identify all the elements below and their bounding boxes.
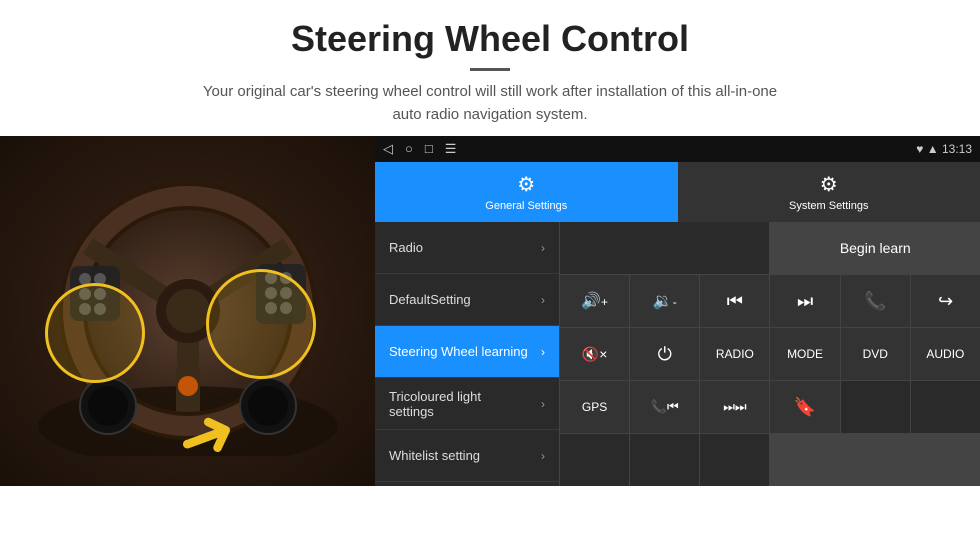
menu-item-whitelist[interactable]: Whitelist setting › bbox=[375, 430, 559, 482]
audio-label: AUDIO bbox=[926, 347, 964, 361]
chevron-icon: › bbox=[541, 449, 545, 463]
nav-icons: ◁ ○ □ ☰ bbox=[383, 141, 456, 157]
vol-down-icon: 🔉- bbox=[653, 291, 677, 311]
vol-up-icon: 🔊+ bbox=[581, 291, 608, 311]
empty-ctrl-1 bbox=[841, 381, 910, 433]
page-title: Steering Wheel Control bbox=[60, 18, 920, 60]
home-icon[interactable]: ○ bbox=[405, 141, 413, 157]
chevron-icon: › bbox=[541, 397, 545, 411]
bookmark-button[interactable]: 🔖 bbox=[770, 381, 839, 433]
main-content: Radio › DefaultSetting › Steering Wheel … bbox=[375, 222, 980, 486]
menu-steering-label: Steering Wheel learning bbox=[389, 344, 528, 359]
header-section: Steering Wheel Control Your original car… bbox=[0, 0, 980, 136]
recent-icon[interactable]: □ bbox=[425, 141, 433, 157]
radio-label: RADIO bbox=[716, 347, 754, 361]
menu-item-default[interactable]: DefaultSetting › bbox=[375, 274, 559, 326]
right-panel: Begin learn 🔊+ 🔉- ⏮ ⏭ 📞 bbox=[560, 222, 980, 486]
menu-radio-label: Radio bbox=[389, 240, 423, 255]
clock: 13:13 bbox=[942, 142, 972, 156]
phone-icon: 📞 bbox=[864, 291, 886, 312]
prev-icon: ⏮ bbox=[727, 291, 743, 312]
radio-button[interactable]: RADIO bbox=[700, 328, 769, 380]
chevron-icon: › bbox=[541, 345, 545, 359]
hangup-icon: ↩ bbox=[938, 291, 953, 312]
menu-item-steering[interactable]: Steering Wheel learning › bbox=[375, 326, 559, 378]
highlight-right bbox=[206, 269, 316, 379]
title-divider bbox=[470, 68, 510, 71]
begin-learn-button[interactable]: Begin learn bbox=[770, 222, 980, 274]
mode-button[interactable]: MODE bbox=[770, 328, 839, 380]
signal-icon: ♥ ▲ bbox=[916, 142, 938, 156]
menu-tricoloured-label: Tricoloured lightsettings bbox=[389, 389, 481, 419]
general-settings-icon: ⚙ bbox=[517, 172, 535, 197]
empty-ctrl-2 bbox=[911, 381, 980, 433]
mute-button[interactable]: 🔇× bbox=[560, 328, 629, 380]
hangup-button[interactable]: ↩ bbox=[911, 275, 980, 327]
phone-prev-button[interactable]: 📞⏮ bbox=[630, 381, 699, 433]
audio-button[interactable]: AUDIO bbox=[911, 328, 980, 380]
menu-item-radio[interactable]: Radio › bbox=[375, 222, 559, 274]
power-button[interactable]: ⏻ bbox=[630, 328, 699, 380]
gps-label: GPS bbox=[582, 400, 607, 414]
next-button[interactable]: ⏭ bbox=[770, 275, 839, 327]
page-subtitle: Your original car's steering wheel contr… bbox=[60, 81, 920, 126]
menu-icon[interactable]: ☰ bbox=[445, 141, 457, 157]
skip-next-button[interactable]: ⏭⏭ bbox=[700, 381, 769, 433]
status-bar: ◁ ○ □ ☰ ♥ ▲ 13:13 bbox=[375, 136, 980, 162]
gps-button[interactable]: GPS bbox=[560, 381, 629, 433]
bookmark-icon: 🔖 bbox=[794, 397, 816, 418]
android-panel: ◁ ○ □ ☰ ♥ ▲ 13:13 ⚙ General Settings ⚙ S… bbox=[375, 136, 980, 486]
highlight-left bbox=[45, 283, 145, 383]
tab-system-label: System Settings bbox=[789, 200, 868, 212]
system-settings-icon: ⚙ bbox=[820, 172, 838, 197]
mode-label: MODE bbox=[787, 347, 823, 361]
tab-system[interactable]: ⚙ System Settings bbox=[678, 162, 980, 222]
empty-ctrl-4 bbox=[630, 434, 699, 486]
dvd-label: DVD bbox=[863, 347, 888, 361]
menu-item-tricoloured[interactable]: Tricoloured lightsettings › bbox=[375, 378, 559, 430]
menu-whitelist-label: Whitelist setting bbox=[389, 448, 480, 463]
tab-general-label: General Settings bbox=[485, 200, 567, 212]
tab-general[interactable]: ⚙ General Settings bbox=[375, 162, 678, 222]
next-icon: ⏭ bbox=[797, 291, 813, 312]
menu-list: Radio › DefaultSetting › Steering Wheel … bbox=[375, 222, 560, 486]
content-row: ➜ ◁ ○ □ ☰ ♥ ▲ 13:13 ⚙ General Settings bbox=[0, 136, 980, 486]
dvd-button[interactable]: DVD bbox=[841, 328, 910, 380]
empty-ctrl-3 bbox=[560, 434, 629, 486]
vol-up-button[interactable]: 🔊+ bbox=[560, 275, 629, 327]
car-background: ➜ bbox=[0, 136, 375, 486]
car-image: ➜ bbox=[0, 136, 375, 486]
chevron-icon: › bbox=[541, 241, 545, 255]
phone-button[interactable]: 📞 bbox=[841, 275, 910, 327]
empty-ctrl-5 bbox=[700, 434, 769, 486]
status-time: ♥ ▲ 13:13 bbox=[916, 142, 972, 156]
vol-down-button[interactable]: 🔉- bbox=[630, 275, 699, 327]
skip-next-icon: ⏭⏭ bbox=[723, 399, 746, 415]
prev-button[interactable]: ⏮ bbox=[700, 275, 769, 327]
tab-bar: ⚙ General Settings ⚙ System Settings bbox=[375, 162, 980, 222]
power-icon: ⏻ bbox=[658, 344, 672, 365]
empty-cell-1 bbox=[560, 222, 769, 274]
mute-icon: 🔇× bbox=[582, 346, 608, 363]
chevron-icon: › bbox=[541, 293, 545, 307]
phone-prev-icon: 📞⏮ bbox=[651, 399, 679, 415]
menu-default-label: DefaultSetting bbox=[389, 292, 471, 307]
back-icon[interactable]: ◁ bbox=[383, 141, 393, 157]
